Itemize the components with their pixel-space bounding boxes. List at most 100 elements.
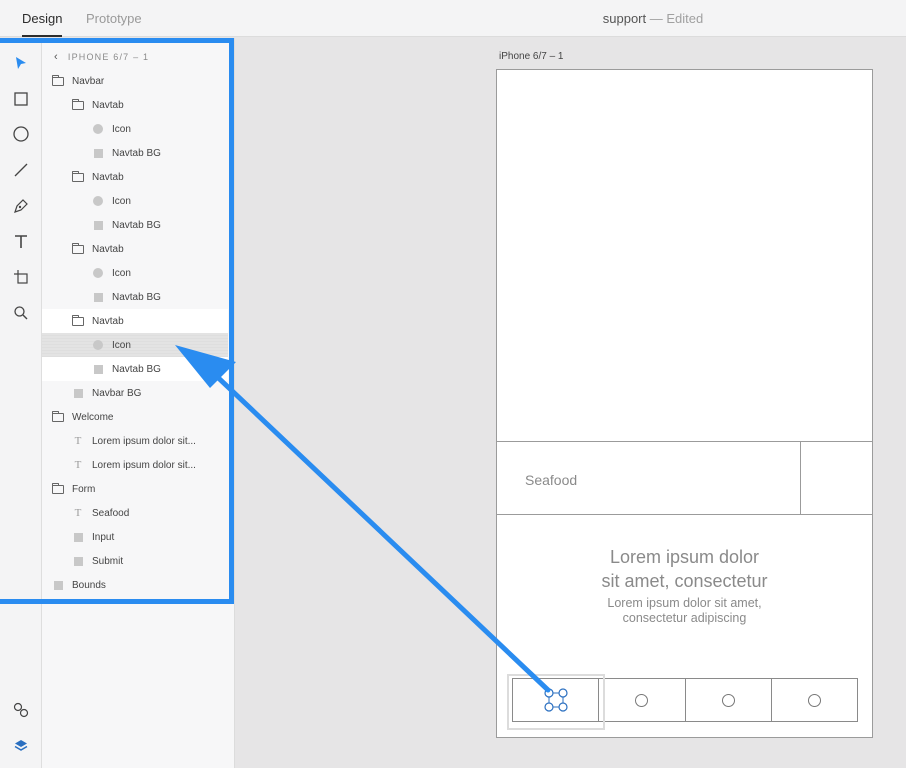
ellipse-icon [92,339,104,351]
navbar[interactable] [506,674,858,730]
line-tool-icon[interactable] [10,159,32,181]
layer-row[interactable]: T Lorem ipsum dolor sit... [42,453,228,477]
layer-label: Icon [112,123,131,135]
layer-row[interactable]: Navtab [42,165,228,189]
rectangle-icon [92,147,104,159]
layer-row[interactable]: Navtab [42,93,228,117]
welcome-subtitle-line: consectetur adipiscing [622,611,747,625]
layer-label: Navbar BG [92,387,142,399]
hero-area[interactable] [497,70,872,442]
layer-label: Navtab BG [112,291,161,303]
welcome-title-line: Lorem ipsum dolor [609,547,760,567]
folder-icon [72,170,84,183]
ellipse-icon [92,267,104,279]
artboard-label[interactable]: iPhone 6/7 – 1 [499,51,564,62]
layer-row[interactable]: Icon [42,117,228,141]
layer-label: Navtab [92,99,124,111]
layer-label: Navtab BG [112,219,161,231]
layer-row[interactable]: Navbar [42,69,228,93]
folder-icon [52,410,64,423]
circle-icon[interactable] [635,693,649,707]
layer-row[interactable]: Icon [42,261,228,285]
rectangle-icon [92,291,104,303]
folder-icon [52,74,64,87]
text-tool-icon[interactable] [10,231,32,253]
layer-row[interactable]: Navtab [42,309,228,333]
rectangle-icon [92,219,104,231]
layer-label: Icon [112,195,131,207]
rectangle-tool-icon[interactable] [10,88,32,110]
welcome-subtitle[interactable]: Lorem ipsum dolor sit amet, consectetur … [497,596,872,626]
selected-icon-handles-icon[interactable] [543,687,569,713]
navtab[interactable] [506,674,606,730]
text-layer-icon: T [74,507,82,519]
document-title: support — Edited [0,11,906,26]
top-bar: Design Prototype support — Edited [0,0,906,37]
navtab[interactable] [772,679,857,721]
layer-label: Navtab [92,315,124,327]
layer-row[interactable]: Icon [42,189,228,213]
layer-row[interactable]: T Seafood [42,501,228,525]
text-layer-icon: T [74,435,82,447]
layer-row[interactable]: Bounds [42,573,228,597]
rectangle-icon [92,363,104,375]
welcome-title-line: sit amet, consectetur [601,571,768,591]
rectangle-icon [72,531,84,543]
layers-icon[interactable] [10,735,32,757]
layer-label: Icon [112,267,131,279]
symbols-icon[interactable] [10,699,32,721]
document-name: support [602,11,647,26]
navtab[interactable] [599,679,686,721]
layer-row[interactable]: Submit [42,549,228,573]
artboard[interactable]: Seafood Lorem ipsum dolor sit amet, cons… [496,69,873,738]
rectangle-icon [72,555,84,567]
folder-icon [72,242,84,255]
layer-label: Lorem ipsum dolor sit... [92,435,196,447]
select-tool-icon[interactable] [10,52,32,74]
layers-panel: ‹ IPHONE 6/7 – 1 Navbar Navtab Icon Navtab B… [42,38,235,768]
circle-icon[interactable] [807,693,821,707]
layer-row[interactable]: Input [42,525,228,549]
layer-label: Seafood [92,507,130,519]
layer-label: Navtab BG [112,363,161,375]
document-status: — Edited [649,11,704,26]
ellipse-icon [92,123,104,135]
layer-label: Bounds [72,579,106,591]
ellipse-tool-icon[interactable] [10,123,32,145]
layer-label: Navtab BG [112,147,161,159]
layer-label: Navbar [72,75,105,87]
folder-icon [72,314,84,327]
layer-row[interactable]: Navtab BG [42,213,228,237]
input-placeholder: Seafood [525,472,578,488]
layer-label: Input [92,531,115,543]
layer-label: Navtab [92,243,124,255]
tool-bar [0,38,42,768]
layer-row[interactable]: Form [42,477,228,501]
layer-row[interactable]: Navtab BG [42,141,228,165]
submit-button[interactable] [801,442,872,515]
artboard-tool-icon[interactable] [10,266,32,288]
layer-label: Welcome [72,411,114,423]
text-layer-icon: T [74,459,82,471]
ellipse-icon [92,195,104,207]
layer-label: Icon [112,339,131,351]
circle-icon[interactable] [721,693,735,707]
navtab[interactable] [686,679,772,721]
rectangle-icon [72,387,84,399]
input-field[interactable]: Seafood [497,442,801,515]
layer-row[interactable]: Navtab [42,237,228,261]
layer-row[interactable]: Navtab BG [42,357,228,381]
layer-row[interactable]: Welcome [42,405,228,429]
welcome-title[interactable]: Lorem ipsum dolor sit amet, consectetur [497,545,872,593]
back-chevron-icon[interactable]: ‹ [54,51,59,63]
zoom-tool-icon[interactable] [10,302,32,324]
welcome-subtitle-line: Lorem ipsum dolor sit amet, [607,596,762,610]
layer-row[interactable]: T Lorem ipsum dolor sit... [42,429,228,453]
layers-breadcrumb[interactable]: ‹ IPHONE 6/7 – 1 [54,51,149,63]
layer-row[interactable]: Navtab BG [42,285,228,309]
layer-label: Form [72,483,96,495]
pen-tool-icon[interactable] [10,195,32,217]
layer-row[interactable]: Icon [42,333,228,357]
layer-row[interactable]: Navbar BG [42,381,228,405]
folder-icon [52,482,64,495]
